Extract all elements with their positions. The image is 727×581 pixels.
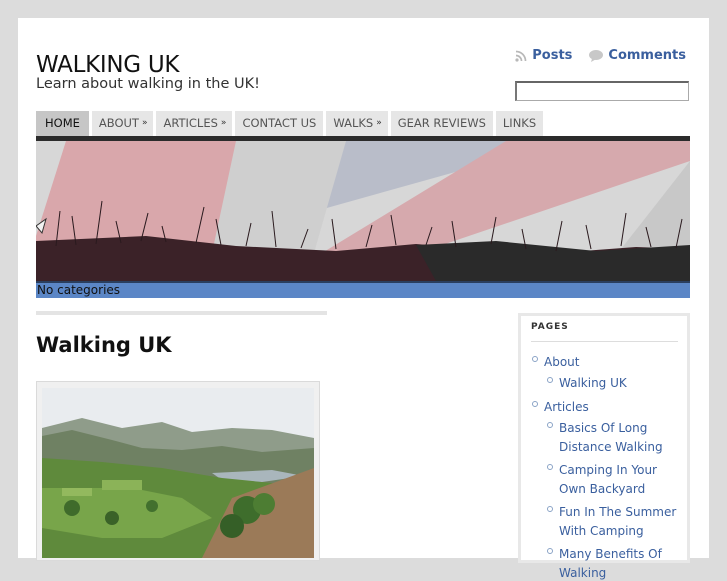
site-description: Learn about walking in the UK!: [36, 76, 260, 92]
lake-district-valley-photo: [42, 388, 314, 558]
list-item: Camping In Your Own Backyard: [544, 459, 678, 497]
posts-feed-link[interactable]: Posts: [514, 48, 572, 63]
site-title[interactable]: WALKING UK: [36, 52, 179, 78]
feed-links: Posts Comments: [514, 48, 686, 63]
nav-item-home[interactable]: HOME: [36, 111, 89, 136]
pages-list: About Walking UK Articles Basics Of Long…: [531, 351, 678, 581]
list-item: Many Benefits Of Walking: [544, 543, 678, 581]
nav-item-walks[interactable]: WALKS »: [326, 111, 388, 136]
list-item: Articles Basics Of Long Distance Walking…: [531, 396, 678, 581]
list-item: Fun In The Summer With Camping: [544, 501, 678, 539]
main-navigation: HOME ABOUT » ARTICLES » CONTACT US WALKS…: [36, 111, 544, 136]
page-link-articles[interactable]: Articles: [544, 400, 589, 414]
post-image-frame: [36, 381, 320, 561]
page-link-about[interactable]: About: [544, 355, 579, 369]
dropdown-arrow-icon: »: [141, 118, 147, 128]
nav-item-label: LINKS: [502, 116, 537, 130]
page-link-walking-uk[interactable]: Walking UK: [559, 376, 627, 390]
dropdown-arrow-icon: »: [220, 118, 226, 128]
nav-item-links[interactable]: LINKS: [495, 111, 544, 136]
nav-item-gear-reviews[interactable]: GEAR REVIEWS: [390, 111, 493, 136]
nav-item-contact-us[interactable]: CONTACT US: [235, 111, 324, 136]
comments-feed-link[interactable]: Comments: [588, 48, 686, 63]
page-link-fun-summer-camping[interactable]: Fun In The Summer With Camping: [559, 505, 676, 538]
rss-icon: [515, 50, 527, 62]
page-link-benefits-walking[interactable]: Many Benefits Of Walking: [559, 547, 662, 580]
page-container: WALKING UK Learn about walking in the UK…: [18, 18, 709, 580]
sidebar-pages-widget: PAGES About Walking UK Articles Basics O…: [518, 313, 690, 580]
nav-item-label: ABOUT: [98, 116, 139, 130]
nav-item-label: HOME: [45, 116, 80, 130]
speech-bubble-icon: [589, 49, 604, 62]
nav-item-label: ARTICLES: [163, 116, 218, 130]
header-image: [36, 141, 690, 281]
search-input[interactable]: [515, 81, 689, 101]
nav-item-articles[interactable]: ARTICLES »: [156, 111, 233, 136]
comments-feed-label: Comments: [608, 48, 686, 63]
nav-item-label: WALKS: [333, 116, 374, 130]
list-item: Basics Of Long Distance Walking: [544, 417, 678, 455]
posts-feed-label: Posts: [532, 48, 573, 63]
nav-item-about[interactable]: ABOUT »: [91, 111, 154, 136]
list-item: Walking UK: [544, 372, 678, 391]
widget-heading: PAGES: [531, 322, 678, 342]
union-jack-grass-banner: [36, 141, 690, 281]
nav-item-label: GEAR REVIEWS: [397, 116, 486, 130]
subpages-list: Basics Of Long Distance Walking Camping …: [544, 417, 678, 581]
category-bar: No categories: [36, 281, 690, 298]
content-divider: [36, 311, 327, 315]
dropdown-arrow-icon: »: [376, 118, 381, 128]
list-item: About Walking UK: [531, 351, 678, 391]
post-title[interactable]: Walking UK: [36, 333, 172, 357]
page-link-basics-long-distance[interactable]: Basics Of Long Distance Walking: [559, 421, 663, 454]
subpages-list: Walking UK: [544, 372, 678, 391]
post-image[interactable]: [42, 388, 314, 558]
page-link-camping-backyard[interactable]: Camping In Your Own Backyard: [559, 463, 657, 496]
nav-item-label: CONTACT US: [242, 116, 317, 130]
